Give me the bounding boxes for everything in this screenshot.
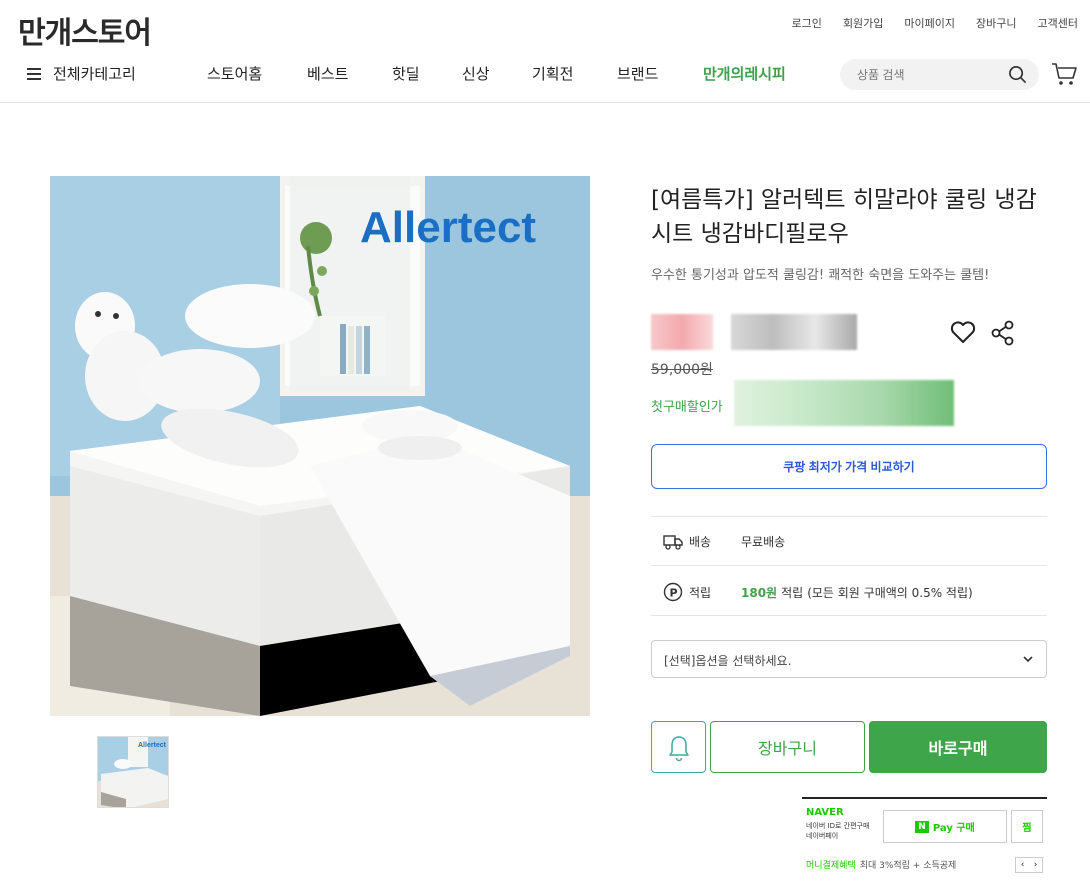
divider (651, 565, 1047, 566)
restock-alert-button[interactable] (651, 721, 706, 773)
thumbnail-brand-text: Allertect (138, 742, 167, 749)
nav-store-home[interactable]: 스토어홈 (207, 63, 262, 84)
nav-best[interactable]: 베스트 (307, 63, 348, 84)
option-select-value: [선택]옵션을 선택하세요. (664, 654, 792, 668)
search-box (840, 59, 1039, 90)
blurred-first-purchase-price (734, 380, 954, 426)
original-price: 59,000원 (651, 362, 713, 378)
naver-pay-button[interactable]: N Pay 구매 (883, 810, 1007, 843)
customer-center-link[interactable]: 고객센터 (1038, 15, 1078, 31)
product-subtitle: 우수한 통기성과 압도적 쿨링감! 쾌적한 숙면을 도와주는 쿨템! (651, 268, 990, 283)
bell-icon (669, 736, 689, 762)
main-navigation: 전체카테고리 스토어홈 베스트 핫딜 신상 기획전 브랜드 만개의레시피 (0, 55, 1090, 95)
naver-pay-benefit: 머니결제혜택 최대 3%적립 + 소득공제 (806, 858, 956, 871)
benefit-pager: ‹ › (1015, 857, 1043, 873)
nav-hot-deal[interactable]: 핫딜 (392, 63, 420, 84)
blurred-sale-price (731, 314, 857, 350)
site-header: 만개스토어 로그인 회원가입 마이페이지 장바구니 고객센터 전체카테고리 스토… (0, 0, 1090, 103)
shipping-label: 배송 (689, 535, 712, 549)
nav-brand[interactable]: 브랜드 (617, 63, 658, 84)
buy-now-button[interactable]: 바로구매 (869, 721, 1047, 773)
points-suffix: 적립 (781, 585, 804, 600)
points-note: (모든 회원 구매액의 0.5% 적립) (807, 585, 973, 600)
chevron-down-icon (1023, 656, 1033, 663)
product-main-image: Allertect (50, 176, 590, 716)
shipping-value: 무료배송 (741, 535, 786, 549)
utility-links: 로그인 회원가입 마이페이지 장바구니 고객센터 (792, 15, 1078, 31)
cart-link[interactable]: 장바구니 (976, 15, 1016, 31)
all-categories-button[interactable]: 전체카테고리 (27, 63, 136, 84)
product-thumbnail[interactable]: Allertect (97, 736, 169, 808)
points-label: 적립 (689, 585, 712, 600)
mypage-link[interactable]: 마이페이지 (904, 15, 955, 31)
shipping-row: 배송 무료배송 (663, 533, 785, 550)
signup-link[interactable]: 회원가입 (843, 15, 883, 31)
svg-text:P: P (670, 587, 678, 600)
add-to-cart-button[interactable]: 장바구니 (710, 721, 865, 773)
search-icon[interactable] (1008, 65, 1027, 84)
divider (651, 516, 1047, 517)
naver-logo: NAVER (806, 807, 844, 818)
hamburger-icon (27, 67, 41, 80)
benefit-label: 머니결제혜택 (806, 861, 856, 871)
naver-pay-button-label: Pay 구매 (932, 823, 975, 834)
share-icon[interactable] (991, 320, 1015, 346)
points-amount: 180원 (741, 585, 778, 600)
brand-text: Allertect (360, 203, 536, 252)
price-compare-button[interactable]: 쿠팡 최저가 가격 비교하기 (651, 444, 1047, 489)
store-logo[interactable]: 만개스토어 (18, 8, 152, 52)
nav-recipe[interactable]: 만개의레시피 (703, 63, 786, 84)
naver-wishlist-button[interactable]: 찜 (1011, 810, 1043, 843)
heart-icon[interactable] (950, 320, 976, 344)
naver-pay-widget: NAVER 네이버 ID로 간편구매 네이버페이 N Pay 구매 찜 머니결제… (802, 797, 1047, 888)
pager-prev-button[interactable]: ‹ (1016, 858, 1029, 872)
divider (651, 615, 1047, 616)
first-purchase-label: 첫구매할인가 (651, 400, 723, 415)
nav-exhibition[interactable]: 기획전 (532, 63, 573, 84)
benefit-text: 최대 3%적립 + 소득공제 (859, 861, 957, 871)
naver-n-icon: N (915, 820, 929, 833)
points-row: P 적립 180원 적립 (모든 회원 구매액의 0.5% 적립) (663, 582, 973, 602)
all-categories-label: 전체카테고리 (53, 65, 136, 83)
points-icon: P (663, 582, 683, 602)
login-link[interactable]: 로그인 (792, 15, 822, 31)
blurred-discount (651, 314, 713, 350)
product-title: [여름특가] 알러텍트 히말라야 쿨링 냉감시트 냉감바디필로우 (651, 187, 1037, 247)
pager-next-button[interactable]: › (1029, 858, 1042, 872)
option-select[interactable]: [선택]옵션을 선택하세요. (651, 640, 1047, 678)
naver-pay-desc: 네이버 ID로 간편구매 네이버페이 (806, 822, 870, 840)
cart-icon[interactable] (1050, 59, 1078, 87)
search-input[interactable] (857, 66, 1007, 84)
nav-new[interactable]: 신상 (462, 63, 490, 84)
truck-icon (663, 534, 683, 550)
